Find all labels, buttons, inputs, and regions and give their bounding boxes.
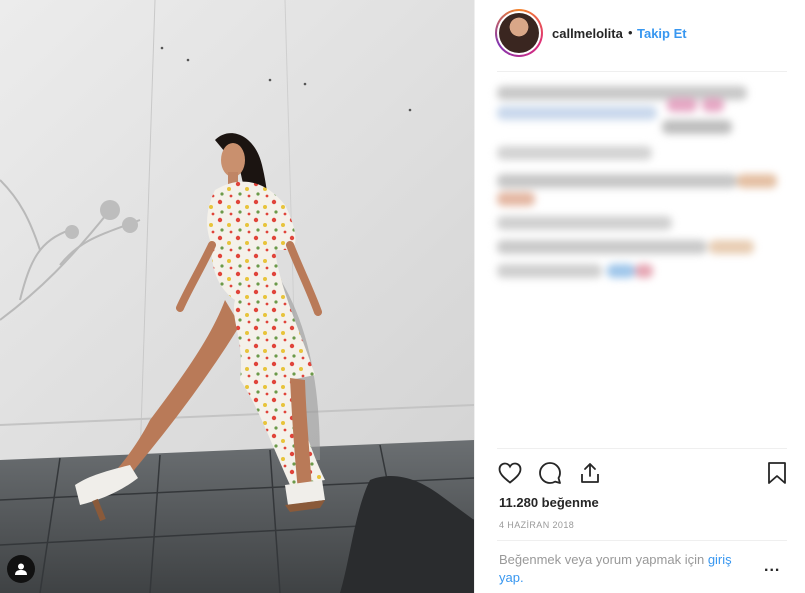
user-tag-icon xyxy=(15,563,27,575)
more-options-button[interactable]: ... xyxy=(764,558,780,576)
heart-icon xyxy=(498,462,522,484)
username-link[interactable]: callmelolita xyxy=(552,26,623,41)
caption-blurred xyxy=(497,80,787,310)
tag-user-button[interactable] xyxy=(7,555,35,583)
avatar[interactable] xyxy=(495,9,543,57)
post-sidebar: callmelolita • Takip Et 11.280 beğenme 4… xyxy=(474,0,805,593)
share-button[interactable] xyxy=(577,460,603,486)
actions-divider xyxy=(497,448,787,449)
separator-dot: • xyxy=(628,25,633,40)
avatar-image xyxy=(499,13,539,53)
fashion-photo xyxy=(0,0,474,593)
header-divider xyxy=(497,71,787,72)
post-photo[interactable] xyxy=(0,0,474,593)
bookmark-icon xyxy=(768,462,786,484)
login-prompt-text: Beğenmek veya yorum yapmak için xyxy=(499,552,708,567)
post-date[interactable]: 4 HAZİRAN 2018 xyxy=(499,520,574,530)
likes-count[interactable]: 11.280 beğenme xyxy=(499,495,599,510)
save-button[interactable] xyxy=(764,460,790,486)
like-button[interactable] xyxy=(497,460,523,486)
post-header: callmelolita • Takip Et xyxy=(475,0,805,70)
login-divider xyxy=(497,540,787,541)
comment-button[interactable] xyxy=(537,460,563,486)
comment-icon xyxy=(539,462,561,484)
share-icon xyxy=(581,463,599,483)
follow-button[interactable]: Takip Et xyxy=(637,26,687,41)
login-prompt: Beğenmek veya yorum yapmak için giriş ya… xyxy=(499,551,754,587)
